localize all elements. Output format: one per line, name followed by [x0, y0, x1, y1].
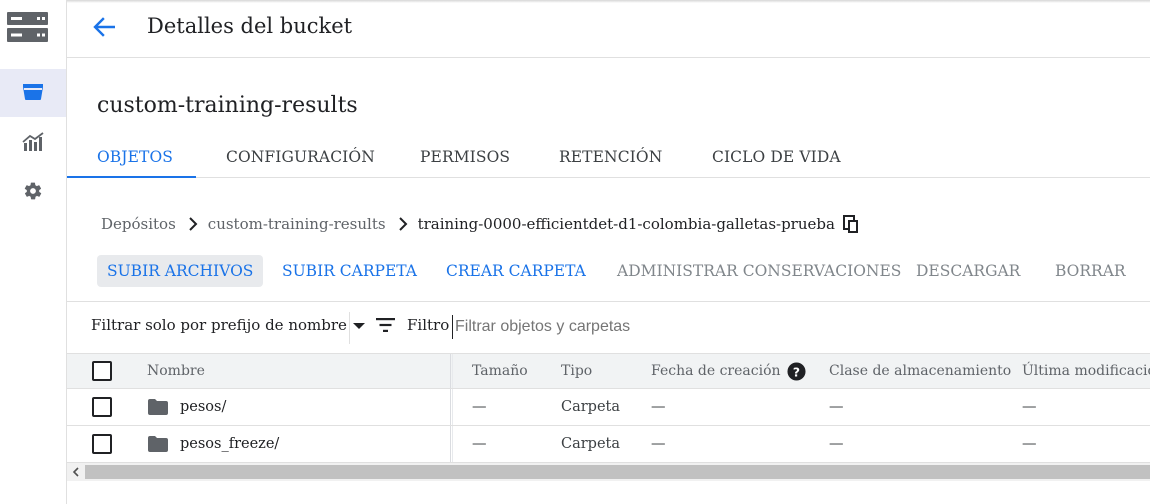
column-header-created-label: Fecha de creación	[651, 363, 781, 379]
storage-product-icon[interactable]	[7, 12, 48, 42]
table-row[interactable]: pesos_freeze/ — Carpeta — — —	[67, 426, 1150, 463]
help-icon[interactable]: ?	[786, 361, 806, 381]
table-row[interactable]: pesos/ — Carpeta — — —	[67, 389, 1150, 426]
table-header: Nombre Tamaño Tipo Fecha de creación ? C…	[67, 353, 1150, 389]
column-divider	[450, 354, 453, 388]
filter-label-text: Filtro	[407, 316, 450, 334]
delete-button[interactable]: BORRAR	[1055, 255, 1126, 287]
tab-retention[interactable]: RETENCIÓN	[559, 135, 662, 178]
filter-label: Filtro	[376, 316, 449, 334]
rail-buckets[interactable]	[0, 69, 66, 117]
scrollbar-thumb[interactable]	[85, 465, 1150, 479]
page-header: Detalles del bucket	[67, 0, 1150, 58]
size-cell: —	[472, 399, 487, 415]
manage-holds-button[interactable]: ADMINISTRAR CONSERVACIONES	[617, 255, 901, 287]
breadcrumb: Depósitos custom-training-results traini…	[101, 213, 859, 235]
column-header-modified[interactable]: Última modificación	[1022, 354, 1150, 388]
name-cell: pesos_freeze/	[148, 426, 279, 462]
chevron-right-icon	[188, 217, 198, 231]
filter-bar: Filtrar solo por prefijo de nombre Filtr…	[67, 301, 1150, 353]
gear-icon	[23, 181, 43, 205]
type-cell: Carpeta	[561, 399, 621, 415]
row-checkbox[interactable]	[92, 397, 112, 417]
column-divider	[450, 426, 453, 462]
created-cell: —	[651, 436, 666, 452]
type-cell: Carpeta	[561, 436, 621, 452]
upload-files-button[interactable]: SUBIR ARCHIVOS	[97, 255, 264, 287]
bucket-icon	[22, 81, 44, 105]
size-cell: —	[472, 436, 487, 452]
column-header-name[interactable]: Nombre	[147, 354, 205, 388]
active-tab-indicator	[67, 176, 196, 178]
created-cell: —	[651, 399, 666, 415]
row-checkbox[interactable]	[92, 434, 112, 454]
filter-input[interactable]	[452, 315, 1052, 339]
folder-name-link[interactable]: pesos_freeze/	[180, 436, 279, 452]
svg-text:?: ?	[792, 365, 799, 379]
storage-class-cell: —	[829, 436, 844, 452]
modified-cell: —	[1022, 399, 1037, 415]
select-all-checkbox-cell	[92, 354, 112, 388]
prefix-filter-label: Filtrar solo por prefijo de nombre	[91, 316, 347, 334]
filter-list-icon	[376, 318, 401, 332]
row-checkbox-cell	[92, 389, 112, 425]
prefix-filter-select[interactable]: Filtrar solo por prefijo de nombre	[91, 316, 365, 334]
folder-icon	[148, 399, 168, 415]
folder-name-link[interactable]: pesos/	[180, 399, 226, 415]
column-header-type[interactable]: Tipo	[561, 354, 592, 388]
name-cell: pesos/	[148, 389, 226, 425]
back-button[interactable]	[89, 14, 119, 44]
chevron-right-icon	[398, 217, 408, 231]
upload-folder-button[interactable]: SUBIR CARPETA	[282, 255, 417, 287]
copy-icon[interactable]	[842, 214, 859, 234]
column-header-created[interactable]: Fecha de creación ?	[651, 354, 806, 388]
select-all-checkbox[interactable]	[92, 361, 112, 381]
objects-table: Nombre Tamaño Tipo Fecha de creación ? C…	[67, 353, 1150, 463]
tab-lifecycle[interactable]: CICLO DE VIDA	[712, 135, 841, 178]
horizontal-scrollbar[interactable]	[67, 463, 1150, 481]
tab-permissions[interactable]: PERMISOS	[420, 135, 510, 178]
rail-monitoring[interactable]	[0, 120, 66, 168]
tab-configuration[interactable]: CONFIGURACIÓN	[226, 135, 375, 178]
column-divider	[450, 389, 453, 425]
scroll-left-arrow-icon[interactable]	[67, 463, 85, 481]
create-folder-button[interactable]: CREAR CARPETA	[446, 255, 586, 287]
tab-objects[interactable]: OBJETOS	[97, 135, 173, 178]
divider	[349, 312, 350, 344]
storage-class-cell: —	[829, 399, 844, 415]
column-header-size[interactable]: Tamaño	[472, 354, 528, 388]
rail-settings[interactable]	[0, 169, 66, 217]
bucket-name: custom-training-results	[97, 93, 358, 118]
chart-icon	[22, 132, 44, 156]
download-button[interactable]: DESCARGAR	[916, 255, 1020, 287]
modified-cell: —	[1022, 436, 1037, 452]
row-checkbox-cell	[92, 426, 112, 462]
tab-bar: OBJETOS CONFIGURACIÓN PERMISOS RETENCIÓN…	[67, 135, 1150, 178]
left-nav-rail	[0, 0, 67, 504]
page-title: Detalles del bucket	[147, 14, 353, 38]
column-header-storage-class[interactable]: Clase de almacenamiento	[829, 354, 1011, 388]
folder-icon	[148, 436, 168, 452]
breadcrumb-buckets[interactable]: Depósitos	[101, 215, 176, 233]
dropdown-arrow-icon	[352, 316, 365, 334]
breadcrumb-bucket[interactable]: custom-training-results	[208, 215, 386, 233]
breadcrumb-current-folder: training-0000-efficientdet-d1-colombia-g…	[417, 215, 835, 233]
arrow-back-icon	[93, 17, 116, 41]
